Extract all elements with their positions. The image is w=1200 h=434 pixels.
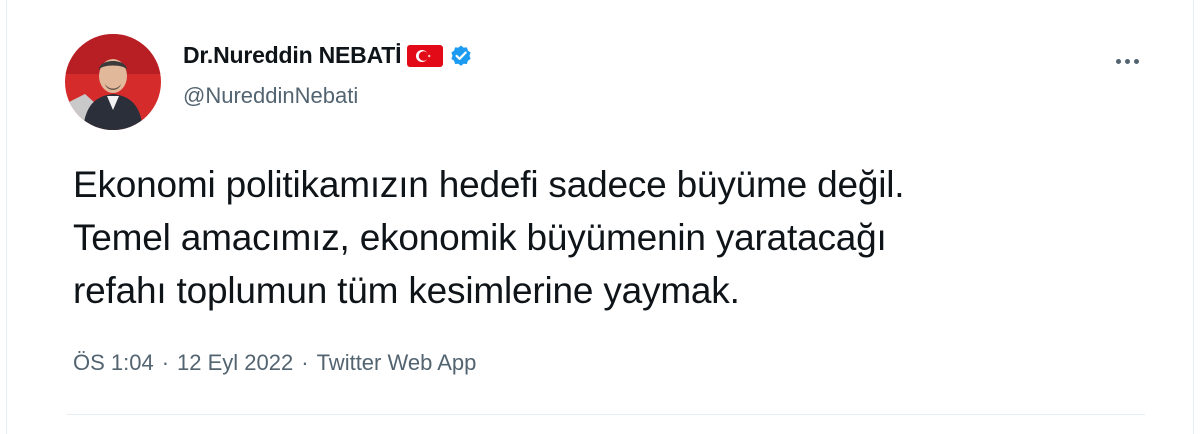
tweet-meta: ÖS 1:04 · 12 Eyl 2022 · Twitter Web App — [73, 350, 476, 376]
tweet-card: Dr.Nureddin NEBATİ @NureddinNebati Ekono… — [6, 0, 1194, 434]
author-name-row: Dr.Nureddin NEBATİ — [183, 42, 473, 69]
tweet-text-line: Temel amacımız, ekonomik büyümenin yarat… — [73, 217, 887, 258]
meta-separator: · — [161, 350, 170, 375]
tweet-text: Ekonomi politikamızın hedefi sadece büyü… — [73, 158, 973, 317]
turkey-flag-icon — [407, 44, 444, 67]
avatar[interactable] — [65, 34, 161, 130]
meta-separator: · — [301, 350, 309, 375]
avatar-image — [65, 34, 161, 130]
author-display-name[interactable]: Dr.Nureddin NEBATİ — [183, 42, 402, 69]
tweet-source[interactable]: Twitter Web App — [317, 350, 477, 376]
author-handle[interactable]: @NureddinNebati — [183, 83, 358, 109]
tweet-date[interactable]: 12 Eyl 2022 — [177, 350, 293, 376]
verified-badge-icon — [449, 44, 473, 68]
divider — [67, 414, 1145, 415]
tweet-text-line: refahı toplumun tüm kesimlerine yaymak. — [73, 270, 740, 311]
more-options-icon[interactable] — [1105, 46, 1149, 76]
tweet-text-line: Ekonomi politikamızın hedefi sadece büyü… — [73, 164, 905, 205]
tweet-time[interactable]: ÖS 1:04 — [73, 350, 154, 376]
